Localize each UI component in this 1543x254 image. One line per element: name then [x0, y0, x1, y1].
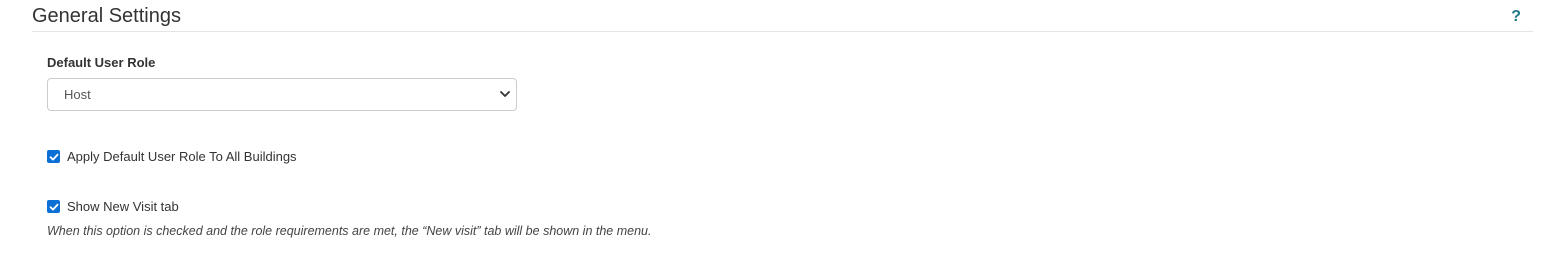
show-new-visit-help-text: When this option is checked and the role… [47, 224, 652, 238]
apply-all-buildings-checkbox[interactable] [47, 150, 60, 163]
default-user-role-label: Default User Role [47, 55, 156, 70]
default-user-role-select[interactable]: Host [47, 78, 517, 111]
chevron-down-icon [500, 91, 510, 97]
section-header: General Settings ? [32, 0, 1533, 32]
show-new-visit-checkbox[interactable] [47, 200, 60, 213]
default-user-role-value: Host [64, 87, 91, 102]
apply-all-buildings-option: Apply Default User Role To All Buildings [47, 149, 297, 164]
checkmark-icon [49, 203, 58, 210]
section-title: General Settings [32, 5, 181, 27]
help-icon[interactable]: ? [1511, 8, 1521, 26]
show-new-visit-option: Show New Visit tab [47, 199, 179, 214]
checkmark-icon [49, 153, 58, 160]
show-new-visit-label[interactable]: Show New Visit tab [67, 199, 179, 214]
apply-all-buildings-label[interactable]: Apply Default User Role To All Buildings [67, 149, 297, 164]
